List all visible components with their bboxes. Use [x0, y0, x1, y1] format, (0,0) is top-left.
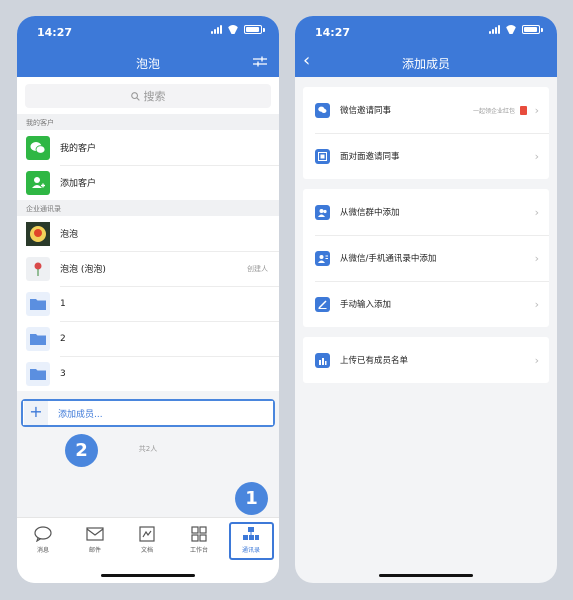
search-input[interactable]: 搜索: [25, 84, 271, 108]
list-item-label: 1: [60, 298, 66, 309]
add-person-icon: [26, 170, 50, 195]
tab-label: 邮件: [88, 547, 101, 554]
face-to-face-invite-item[interactable]: 面对面邀请同事 ›: [303, 133, 549, 179]
add-from-wechat-group-item[interactable]: 从微信群中添加 ›: [303, 189, 549, 235]
signal-icon: [489, 25, 500, 34]
status-icons: [211, 25, 265, 34]
add-member-button[interactable]: + 添加成员...: [23, 401, 273, 425]
document-icon: [139, 526, 155, 542]
tab-label: 通讯录: [241, 547, 260, 554]
upload-icon: [315, 352, 330, 368]
chevron-right-icon: ›: [534, 149, 539, 163]
folder-icon: [26, 361, 50, 386]
item-label: 从微信/手机通讯录中添加: [340, 254, 437, 264]
section-my-customers: 我的客户: [17, 114, 279, 130]
list-item-label: 泡泡: [60, 230, 79, 240]
add-member-screen: 14:27 ‹ 添加成员 微信邀请同事 一起领企业红包 › 面对面邀请同事 › …: [295, 16, 557, 583]
list-item-my-customers[interactable]: 我的客户: [17, 130, 279, 165]
folder-icon: [26, 326, 50, 351]
list-item-add-customer[interactable]: 添加客户: [17, 165, 279, 200]
item-label: 面对面邀请同事: [340, 152, 400, 162]
invite-card: 微信邀请同事 一起领企业红包 › 面对面邀请同事 ›: [303, 87, 549, 179]
chevron-right-icon: ›: [534, 353, 539, 367]
step-callout-1: 1: [235, 482, 268, 515]
list-item-department[interactable]: 1: [17, 286, 279, 321]
tab-label: 工作台: [189, 547, 208, 554]
import-card: 从微信群中添加 › 从微信/手机通讯录中添加 › 手动输入添加 ›: [303, 189, 549, 327]
mail-icon: [86, 527, 104, 541]
chevron-right-icon: ›: [534, 251, 539, 265]
wifi-icon: [227, 25, 239, 34]
tab-bar: 消息 邮件 文档 工作台 通讯录: [17, 517, 279, 583]
tab-contacts[interactable]: 通讯录: [231, 526, 271, 554]
list-item-department[interactable]: 2: [17, 321, 279, 356]
wifi-icon: [505, 25, 517, 34]
tab-mail[interactable]: 邮件: [75, 526, 115, 554]
plus-icon: +: [24, 401, 48, 425]
group-icon: [315, 204, 330, 220]
manual-input-item[interactable]: 手动输入添加 ›: [303, 281, 549, 327]
search-placeholder: 搜索: [143, 90, 166, 103]
tab-docs[interactable]: 文档: [127, 526, 167, 554]
chevron-right-icon: ›: [534, 103, 539, 117]
contact-card-icon: [315, 250, 330, 266]
item-label: 上传已有成员名单: [340, 356, 409, 366]
status-icons: [489, 25, 543, 34]
nav-bar: 14:27 泡泡: [17, 16, 279, 77]
creator-badge: 创建人: [247, 264, 268, 273]
section-directory: 企业通讯录: [17, 200, 279, 216]
battery-icon: [244, 25, 262, 34]
upload-member-list-item[interactable]: 上传已有成员名单 ›: [303, 337, 549, 383]
item-label: 手动输入添加: [340, 300, 392, 310]
red-packet-icon: [520, 105, 527, 115]
wechat-icon: [315, 102, 330, 118]
search-area: 搜索: [17, 77, 279, 114]
nav-bar: 14:27 ‹ 添加成员: [295, 16, 557, 77]
contacts-icon: [243, 527, 259, 540]
add-member-label: 添加成员...: [58, 409, 103, 420]
list-item-label: 我的客户: [60, 144, 97, 154]
chevron-right-icon: ›: [534, 297, 539, 311]
chevron-right-icon: ›: [534, 205, 539, 219]
qr-code-icon: [315, 148, 330, 164]
add-from-contacts-item[interactable]: 从微信/手机通讯录中添加 ›: [303, 235, 549, 281]
tab-messages[interactable]: 消息: [23, 526, 63, 554]
avatar: [26, 221, 50, 246]
list-item-label: 3: [60, 368, 66, 379]
wechat-icon: [26, 135, 50, 160]
status-time: 14:27: [37, 26, 73, 39]
signal-icon: [211, 25, 222, 34]
grid-icon: [191, 526, 207, 542]
list-item-member[interactable]: 泡泡: [17, 216, 279, 251]
chat-icon: [34, 526, 52, 542]
list-item-label: 添加客户: [60, 179, 97, 189]
tab-label: 文档: [140, 547, 153, 554]
home-indicator: [101, 574, 195, 577]
pencil-icon: [315, 296, 330, 312]
folder-icon: [26, 291, 50, 316]
tab-workbench[interactable]: 工作台: [179, 526, 219, 554]
step-callout-2: 2: [65, 434, 98, 467]
filter-icon[interactable]: [253, 56, 267, 67]
red-packet-hint: 一起领企业红包: [472, 107, 515, 115]
status-time: 14:27: [315, 26, 351, 39]
wechat-invite-item[interactable]: 微信邀请同事 一起领企业红包 ›: [303, 87, 549, 133]
member-count: 共2人: [138, 445, 158, 453]
search-icon: [130, 91, 140, 101]
item-label: 从微信群中添加: [340, 208, 400, 218]
avatar: [26, 256, 50, 281]
page-title: 泡泡: [135, 57, 160, 71]
list-item-member[interactable]: 泡泡 (泡泡) 创建人: [17, 251, 279, 286]
home-indicator: [379, 574, 473, 577]
battery-icon: [522, 25, 540, 34]
tab-label: 消息: [36, 547, 49, 554]
list-item-department[interactable]: 3: [17, 356, 279, 391]
contacts-screen: 14:27 泡泡 搜索 我的客户 我的客户 添加客户 企业通讯录 泡泡 泡泡 (…: [17, 16, 279, 583]
page-title: 添加成员: [401, 57, 450, 71]
upload-card: 上传已有成员名单 ›: [303, 337, 549, 383]
list-item-label: 泡泡 (泡泡): [60, 265, 106, 275]
list-item-label: 2: [60, 333, 66, 344]
item-label: 微信邀请同事: [340, 106, 392, 116]
